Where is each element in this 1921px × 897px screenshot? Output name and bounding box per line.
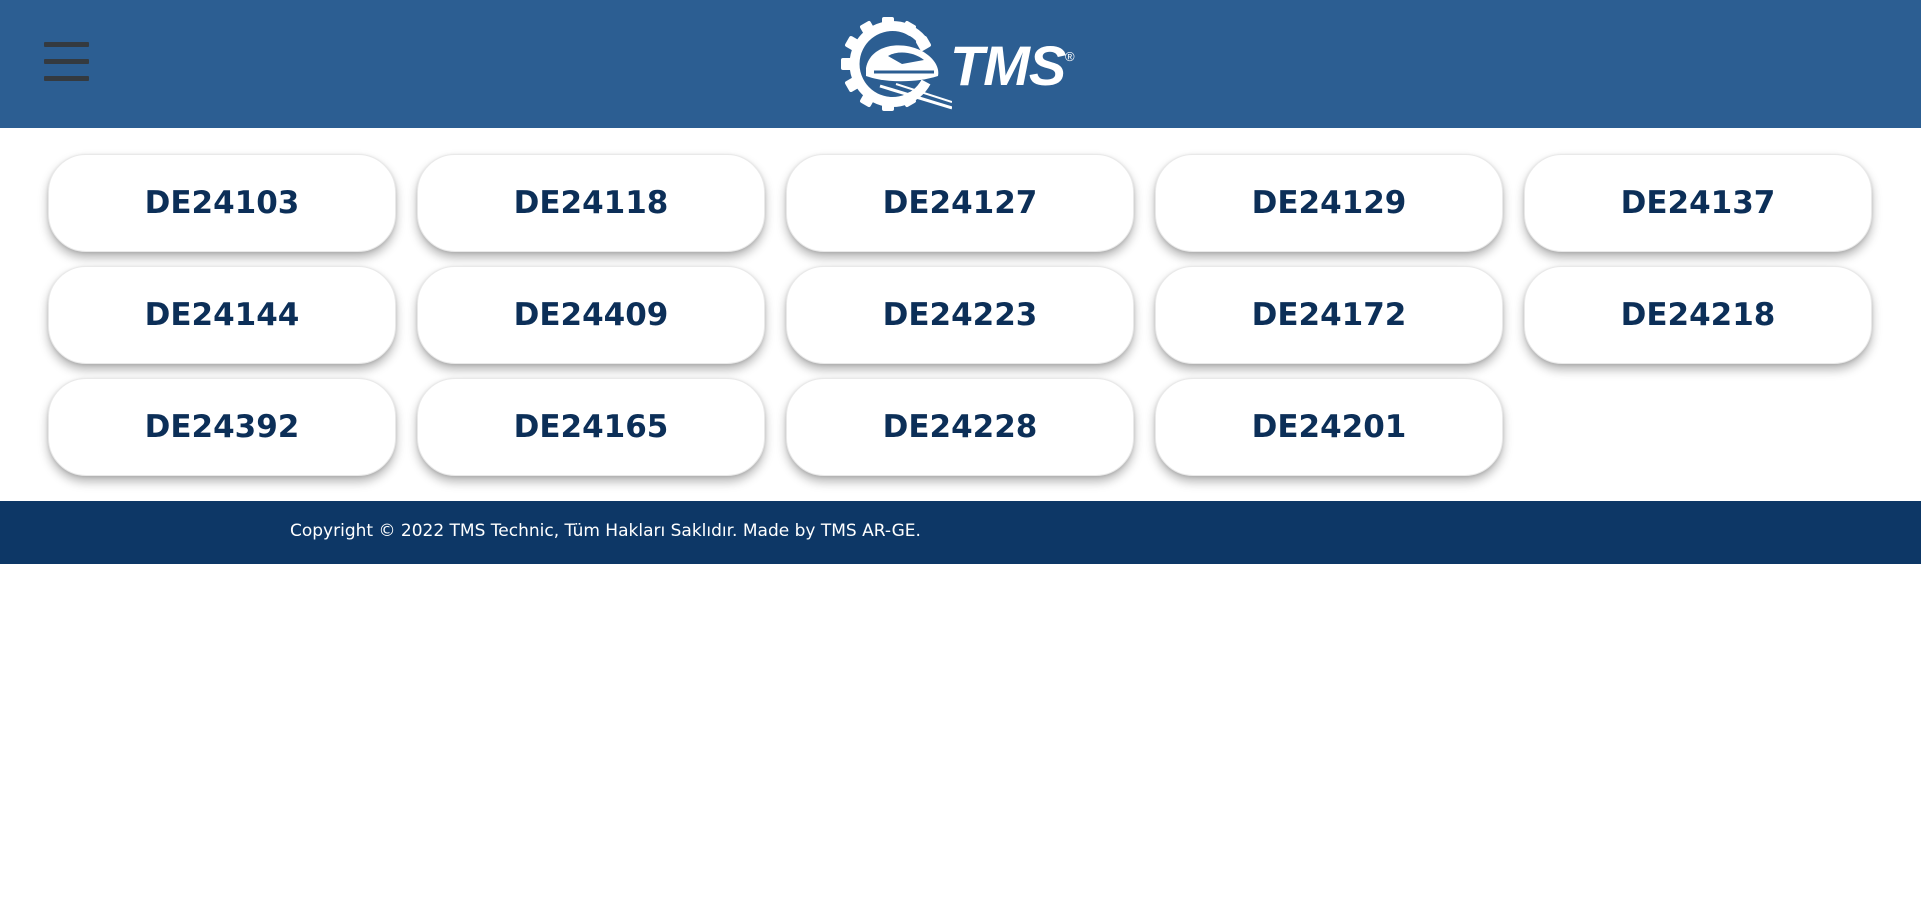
device-card-label: DE24118 [513, 185, 669, 221]
device-card-label: DE24223 [882, 297, 1038, 333]
device-card-label: DE24137 [1620, 185, 1776, 221]
device-card-label: DE24228 [882, 409, 1038, 445]
device-card[interactable]: DE24392 [48, 378, 396, 476]
header: TMS ® [0, 0, 1921, 128]
device-card[interactable]: DE24409 [417, 266, 765, 364]
device-card-label: DE24165 [513, 409, 669, 445]
tms-logo[interactable]: TMS ® [840, 16, 1080, 112]
device-card-label: DE24103 [144, 185, 300, 221]
device-card[interactable]: DE24223 [786, 266, 1134, 364]
device-card-label: DE24172 [1251, 297, 1407, 333]
device-card[interactable]: DE24172 [1155, 266, 1503, 364]
device-card-label: DE24409 [513, 297, 669, 333]
copyright-text: Copyright © 2022 TMS Technic, Tüm Haklar… [290, 521, 921, 541]
hamburger-menu-button[interactable] [42, 40, 90, 84]
device-card-label: DE24144 [144, 297, 300, 333]
device-card[interactable]: DE24137 [1524, 154, 1872, 252]
gear-train-icon [841, 17, 952, 111]
registered-mark: ® [1065, 49, 1075, 64]
device-card-label: DE24218 [1620, 297, 1776, 333]
device-card-label: DE24392 [144, 409, 300, 445]
hamburger-icon-bar [44, 59, 89, 64]
device-card-label: DE24127 [882, 185, 1038, 221]
device-card[interactable]: DE24144 [48, 266, 396, 364]
device-card[interactable]: DE24201 [1155, 378, 1503, 476]
logo-text: TMS [950, 34, 1066, 97]
device-card-label: DE24129 [1251, 185, 1407, 221]
device-card[interactable]: DE24127 [786, 154, 1134, 252]
hamburger-icon-bar [44, 76, 89, 81]
device-card[interactable]: DE24118 [417, 154, 765, 252]
device-grid: DE24103 DE24118 DE24127 DE24129 DE24137 … [48, 154, 1874, 476]
device-card[interactable]: DE24103 [48, 154, 396, 252]
device-card[interactable]: DE24218 [1524, 266, 1872, 364]
footer: Copyright © 2022 TMS Technic, Tüm Haklar… [0, 501, 1921, 564]
hamburger-icon [44, 42, 89, 47]
device-card[interactable]: DE24165 [417, 378, 765, 476]
device-card-label: DE24201 [1251, 409, 1407, 445]
device-card[interactable]: DE24129 [1155, 154, 1503, 252]
device-card[interactable]: DE24228 [786, 378, 1134, 476]
